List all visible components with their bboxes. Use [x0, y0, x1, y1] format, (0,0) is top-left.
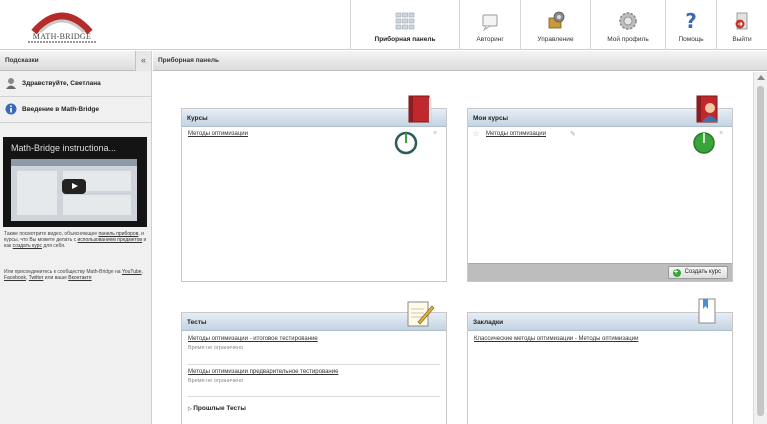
intro-text: Введение в Math-Bridge: [22, 106, 100, 113]
twitter-link[interactable]: Twitter: [29, 275, 44, 281]
book-user-icon: [696, 95, 718, 123]
edit-icon[interactable]: ✎: [570, 130, 576, 138]
profile-gear-icon: [619, 12, 637, 30]
my-courses-panel-title: Мои курсы: [473, 115, 509, 122]
scroll-thumb[interactable]: [757, 86, 764, 416]
nav-logout[interactable]: Выйти: [716, 0, 767, 50]
page-title: Приборная панель: [158, 57, 219, 64]
nav-authoring-label: Авторинг: [476, 36, 504, 43]
close-icon[interactable]: ×: [719, 130, 723, 137]
help-icon: ?: [685, 10, 697, 32]
nav-dashboard[interactable]: Приборная панель: [350, 0, 459, 50]
courses-panel-title: Курсы: [187, 115, 208, 122]
divider: [188, 364, 440, 365]
main-scrollbar[interactable]: [753, 72, 767, 424]
logo-tagline: [28, 41, 96, 43]
note-text: для себя.: [41, 243, 66, 250]
nav-help-label: Помощь: [678, 36, 704, 43]
bookmark-link[interactable]: Классические методы оптимизации - Методы…: [474, 336, 638, 342]
play-icon[interactable]: [62, 179, 86, 194]
my-course-progress-icon: [693, 132, 715, 154]
test-time-limit: Время не ограничено: [188, 378, 244, 384]
tests-panel-title: Тесты: [187, 319, 207, 326]
nav-management-label: Управление: [537, 36, 574, 43]
sidebar-title: Подсказки: [5, 57, 39, 64]
facebook-link[interactable]: Facebook: [4, 275, 26, 281]
dashboard-video-link[interactable]: панель приборов: [98, 231, 138, 237]
hints-sidebar: Подсказки « Здравствуйте, Светлана Введе…: [0, 51, 152, 424]
create-course-button[interactable]: Создать курс: [667, 266, 728, 279]
main-header: Приборная панель: [153, 51, 767, 71]
nav-logout-label: Выйти: [732, 36, 752, 43]
vkontakte-link[interactable]: Вконтакте: [68, 275, 91, 281]
remove-icon[interactable]: ☆: [473, 130, 479, 138]
video-help-note: Также посмотрите видео, объясняющее пане…: [4, 231, 148, 250]
logout-icon: [735, 12, 748, 30]
nav-help[interactable]: ? Помощь: [665, 0, 716, 50]
bookmarks-panel-title: Закладки: [473, 319, 504, 326]
note-text: или ваше: [43, 275, 69, 282]
close-icon[interactable]: ×: [433, 130, 437, 137]
collapse-sidebar-button[interactable]: «: [135, 51, 151, 71]
test-time-limit: Время не ограничено: [188, 345, 244, 351]
intro-video[interactable]: Math-Bridge instructiona...: [3, 137, 147, 227]
create-course-link[interactable]: создать курс: [13, 243, 42, 249]
course-link[interactable]: Методы оптимизации: [188, 131, 248, 137]
scroll-up-arrow-icon[interactable]: [757, 75, 765, 80]
past-tests-toggle[interactable]: Прошлые Тесты: [188, 405, 246, 412]
test-link[interactable]: Методы оптимизации - итоговое тестирован…: [188, 336, 318, 342]
math-bridge-logo[interactable]: MATH-BRIDGE: [26, 6, 98, 46]
bookmark-page-icon: [698, 298, 716, 324]
svg-text:?: ?: [685, 10, 697, 32]
test-link[interactable]: Методы оптимизации предварительное тести…: [188, 369, 338, 375]
nav-authoring[interactable]: Авторинг: [459, 0, 520, 50]
notepad-pencil-icon: [407, 301, 435, 327]
sidebar-item-intro[interactable]: Введение в Math-Bridge: [0, 97, 151, 123]
note-text: Также посмотрите видео, объясняющее: [4, 231, 98, 237]
video-title: Math-Bridge instructiona...: [11, 143, 117, 153]
dashboard-area: Курсы Методы оптимизации × Мои курсы ☆ М…: [153, 72, 753, 424]
nav-profile-label: Мой профиль: [607, 36, 649, 43]
note-text: Или присоединитесь к сообществу Math-Bri…: [4, 269, 122, 275]
courses-panel: Курсы Методы оптимизации ×: [181, 108, 447, 282]
dashboard-grid-icon: [395, 12, 415, 30]
my-courses-footer: Создать курс: [468, 263, 732, 281]
bookmarks-panel: Закладки Классические методы оптимизации…: [467, 312, 733, 424]
greeting-text: Здравствуйте, Светлана: [22, 80, 101, 87]
nav-profile[interactable]: Мой профиль: [590, 0, 665, 50]
items-video-link[interactable]: использованием предметов: [78, 237, 143, 243]
my-courses-panel: Мои курсы ☆ Методы оптимизации ✎ × Созда…: [467, 108, 733, 282]
nav-management[interactable]: Управление: [520, 0, 590, 50]
sidebar-item-greeting[interactable]: Здравствуйте, Светлана: [0, 71, 151, 97]
info-icon: [5, 103, 17, 115]
management-icon: [548, 11, 564, 29]
note-text: ,: [141, 269, 143, 275]
course-progress-icon: [394, 131, 418, 155]
nav-dashboard-label: Приборная панель: [374, 36, 436, 43]
user-icon: [6, 78, 16, 89]
authoring-icon: [482, 14, 498, 32]
community-note: Или присоединитесь к сообществу Math-Bri…: [4, 269, 148, 281]
divider: [188, 396, 440, 397]
top-header: MATH-BRIDGE Приборная панель Авторинг Уп…: [0, 0, 767, 50]
book-icon: [408, 95, 432, 123]
youtube-link[interactable]: YouTube: [122, 269, 142, 275]
logo-text: MATH-BRIDGE: [32, 32, 92, 41]
my-course-link[interactable]: Методы оптимизации: [486, 131, 546, 137]
logo-arc-icon: [31, 12, 93, 35]
sidebar-header: Подсказки «: [0, 51, 151, 71]
